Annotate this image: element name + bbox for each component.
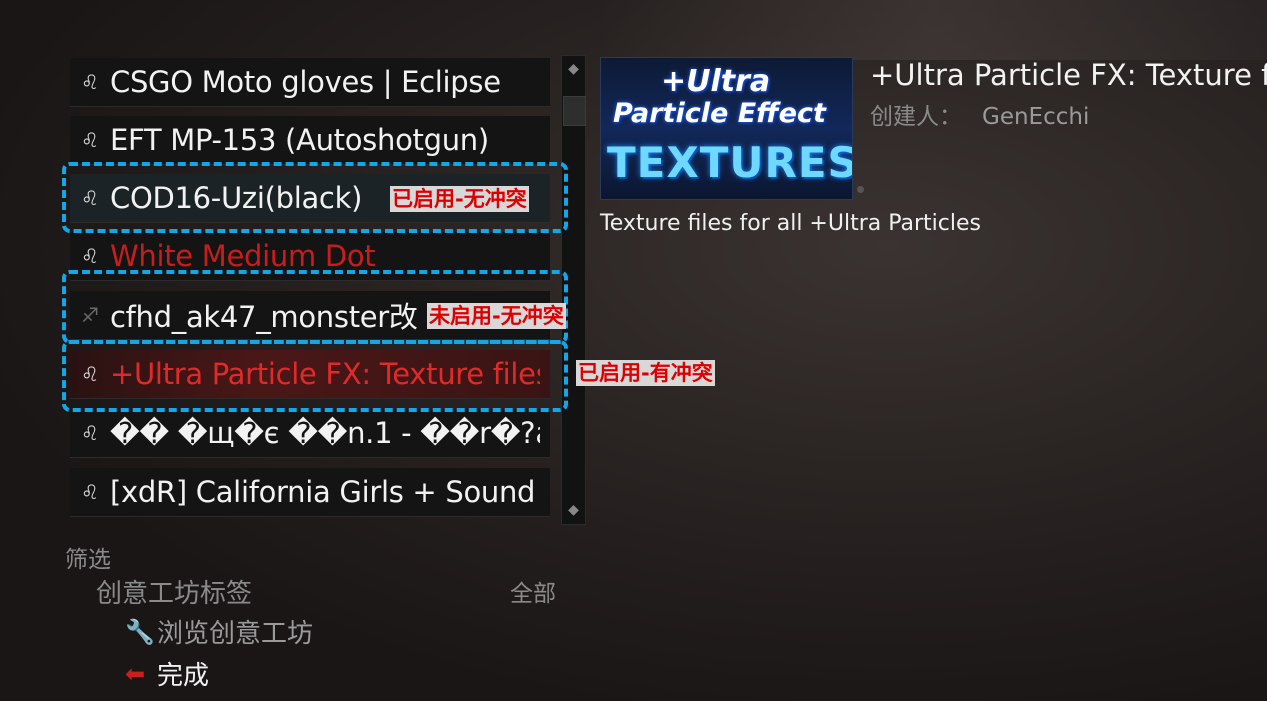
addon-label: �� �щ�є ��n.1 - ��r�?a — [110, 416, 540, 450]
workshop-tags-option[interactable]: 创意工坊标签 — [96, 573, 252, 610]
annotation-enabled-conflict: 已启用-有冲突 — [576, 360, 715, 386]
addon-icon: ♌ — [81, 70, 99, 94]
addon-icon: ♌ — [81, 421, 99, 445]
annotation-disabled-no-conflict: 未启用-无冲突 — [427, 303, 566, 329]
indicator-dot — [857, 186, 864, 193]
addon-title: +Ultra Particle FX: Texture files — [870, 58, 1267, 92]
browse-workshop-button[interactable]: 🔧 浏览创意工坊 — [125, 613, 313, 650]
filter-heading: 筛选 — [65, 547, 111, 573]
addon-list-item[interactable]: ♌ EFT MP-153 (Autoshotgun) — [70, 116, 550, 165]
author-name: GenEcchi — [982, 104, 1090, 130]
addon-label: [xdR] California Girls + Sound + — [110, 475, 540, 509]
browse-workshop-label: 浏览创意工坊 — [157, 619, 314, 649]
addon-thumbnail: +Ultra Particle Effect TEXTURES — [600, 57, 853, 200]
thumbnail-text-line2: Particle Effect — [613, 98, 826, 129]
addon-icon: ♌ — [81, 244, 99, 268]
done-label: 完成 — [157, 661, 210, 691]
addon-label: CSGO Moto gloves | Eclipse — [110, 65, 501, 99]
scrollbar-thumb[interactable] — [563, 96, 586, 126]
author-label: 创建人： — [870, 104, 962, 130]
addon-icon: ♌ — [81, 480, 99, 504]
background-texture — [600, 0, 1267, 60]
addon-list-item[interactable]: ♌ [xdR] California Girls + Sound + — [70, 468, 550, 517]
back-arrow-icon: ⬅ — [125, 659, 146, 688]
thumbnail-text-line3: TEXTURES — [607, 138, 853, 187]
addon-description: Texture files for all +Ultra Particles — [600, 211, 981, 236]
addon-list-item[interactable]: ♌ CSGO Moto gloves | Eclipse — [70, 58, 550, 107]
addon-label: EFT MP-153 (Autoshotgun) — [110, 123, 489, 157]
annotation-enabled-no-conflict: 已启用-无冲突 — [390, 186, 529, 212]
scroll-down-icon[interactable]: ◆ — [565, 502, 582, 519]
addon-author: 创建人： GenEcchi — [870, 97, 1089, 131]
annotation-box-enabled-conflict — [62, 340, 568, 412]
addon-icon: ♌ — [81, 128, 99, 152]
workshop-tags-value[interactable]: 全部 — [510, 574, 556, 608]
wrench-icon: 🔧 — [125, 617, 155, 646]
addon-list-item[interactable]: ♌ �� �щ�є ��n.1 - ��r�?a — [70, 409, 550, 458]
scroll-up-icon[interactable]: ◆ — [565, 61, 582, 78]
thumbnail-text-line1: +Ultra — [661, 64, 771, 99]
addon-label: White Medium Dot — [110, 239, 376, 273]
done-button[interactable]: ⬅ 完成 — [125, 655, 209, 692]
